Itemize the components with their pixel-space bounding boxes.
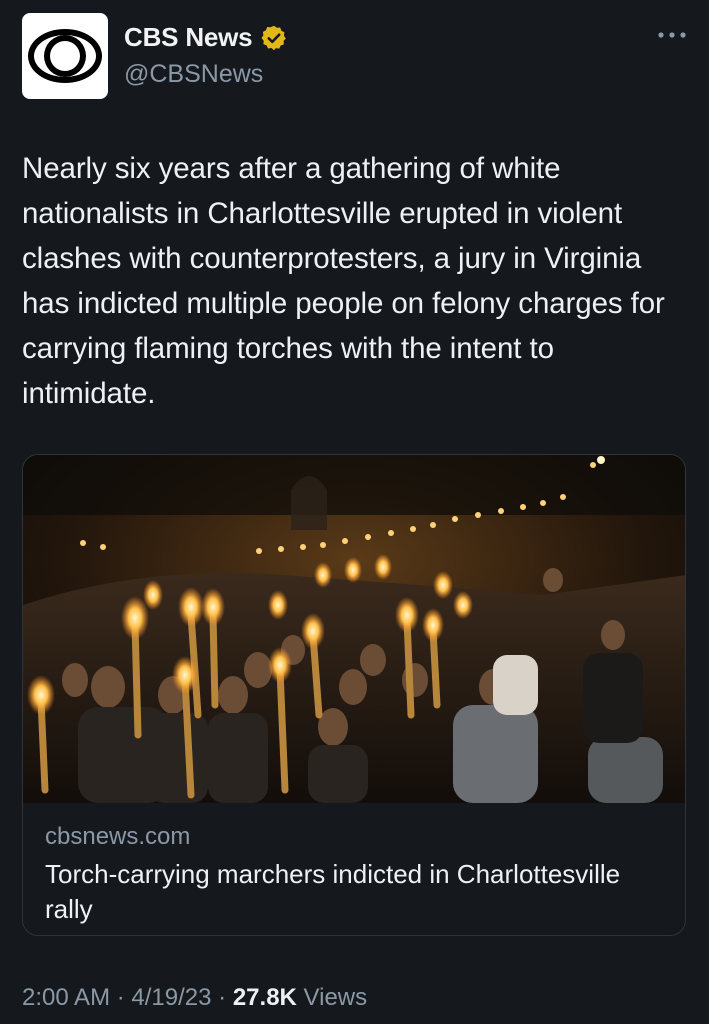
tweet-meta: 2:00 AM · 4/19/23 · 27.8K Views xyxy=(22,984,367,1012)
card-domain[interactable]: cbsnews.com xyxy=(45,823,190,851)
torch-march-photo-icon xyxy=(23,455,685,803)
views-count[interactable]: 27.8K xyxy=(233,984,297,1011)
author-name-row: CBS News xyxy=(124,22,288,53)
tweet-time[interactable]: 2:00 AM xyxy=(22,984,110,1011)
link-card[interactable]: cbsnews.com Torch-carrying marchers indi… xyxy=(22,454,686,936)
views-label: Views xyxy=(303,984,368,1011)
cbs-eye-logo-icon xyxy=(28,29,102,83)
more-options-icon[interactable] xyxy=(655,25,689,45)
tweet-text: Nearly six years after a gathering of wh… xyxy=(22,152,665,410)
avatar[interactable] xyxy=(22,13,108,99)
author-handle[interactable]: @CBSNews xyxy=(124,60,263,89)
card-title[interactable]: Torch-carrying marchers indicted in Char… xyxy=(45,857,645,927)
meta-separator: · xyxy=(116,984,125,1011)
verified-badge-icon xyxy=(261,25,287,50)
meta-separator: · xyxy=(218,984,227,1011)
tweet-date[interactable]: 4/19/23 xyxy=(131,984,211,1011)
author-name[interactable]: CBS News xyxy=(124,22,253,53)
